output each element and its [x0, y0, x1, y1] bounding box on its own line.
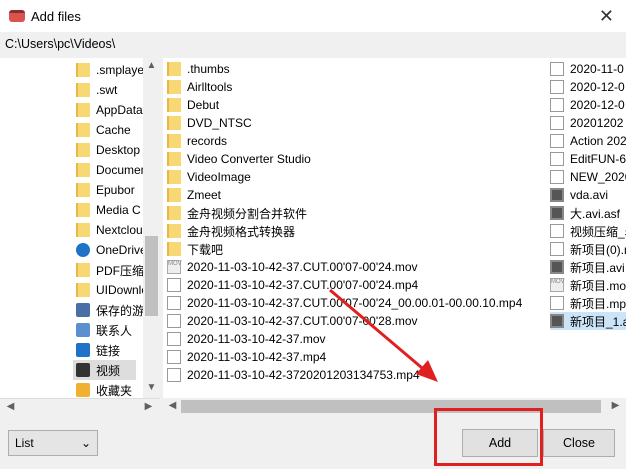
red-arrow-annotation: [329, 288, 438, 382]
